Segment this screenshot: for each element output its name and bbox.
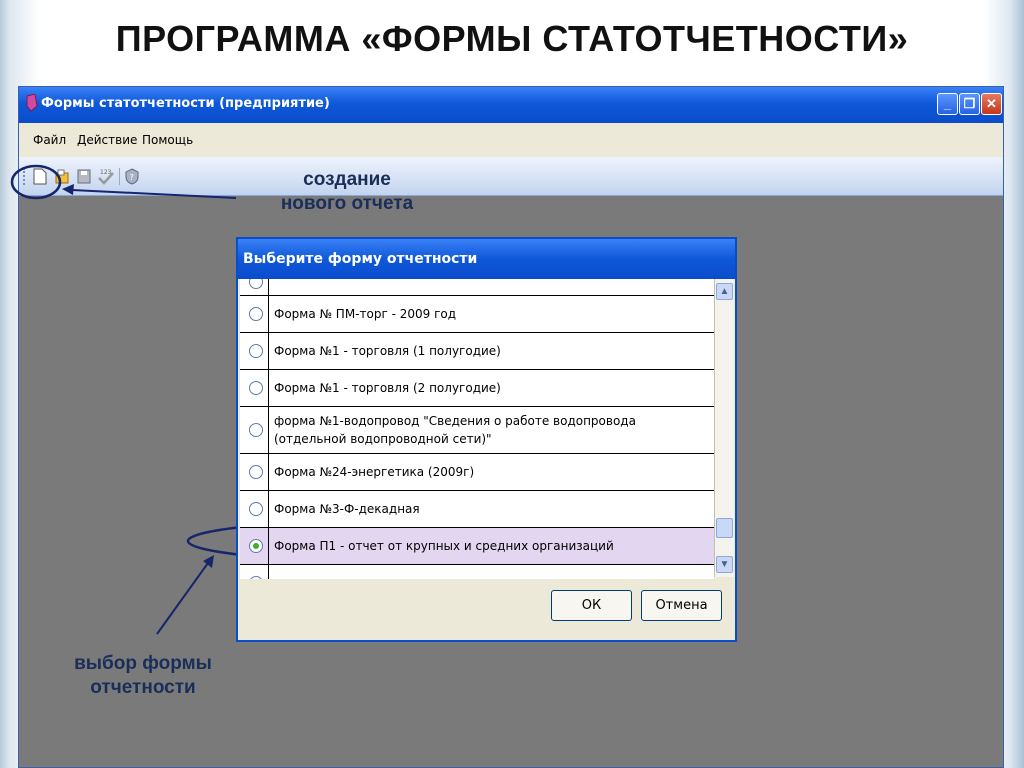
slide-title: ПРОГРАММА «ФОРМЫ СТАТОТЧЕТНОСТИ» (115, 18, 909, 59)
ok-button[interactable]: ОК (551, 590, 632, 621)
list-item-label: Форма №24-энергетика (2009г) (274, 465, 475, 479)
help-shield-icon[interactable]: ? (125, 168, 139, 185)
window-titlebar: Формы статотчетности (предприятие) _ ❐ ✕ (19, 87, 1003, 123)
app-icon (26, 94, 38, 112)
list-item-label: Форма П1 - отчет от крупных и средних ор… (274, 539, 614, 553)
list-item-label: Форма №1 - торговля (2 полугодие) (274, 381, 501, 395)
save-disk-icon[interactable] (77, 168, 91, 185)
cancel-button[interactable]: Отмена (641, 590, 722, 621)
restore-button[interactable]: ❐ (959, 93, 980, 115)
dialog-title: Выберите форму отчетности (243, 251, 478, 267)
new-document-icon[interactable] (33, 168, 47, 185)
toolbar: 123 ? (19, 157, 1003, 196)
list-item-label: форма №1-водопровод "Сведения о работе в… (274, 414, 636, 446)
open-folder-icon[interactable] (55, 168, 69, 185)
list-item[interactable]: Форма №1 - торговля (2 полугодие) (240, 370, 714, 407)
radio-button[interactable] (249, 344, 263, 358)
list-item[interactable]: Форма №3-Ф-декадная (240, 491, 714, 528)
svg-text:?: ? (130, 173, 134, 182)
select-form-annotation-line1: выбор формы (74, 653, 212, 674)
radio-button[interactable] (249, 502, 263, 516)
select-form-dialog: Выберите форму отчетности Форма № ПМ-тор… (236, 237, 737, 642)
menubar: Файл Действие Помощь (19, 123, 1003, 157)
check-123-icon[interactable]: 123 (97, 168, 115, 185)
list-scrollbar[interactable]: ▲ ▼ (714, 279, 734, 577)
radio-button[interactable] (249, 576, 263, 579)
list-item[interactable]: Форма №24-энергетика (2009г) (240, 454, 714, 491)
radio-button[interactable] (249, 381, 263, 395)
scroll-down-icon[interactable]: ▼ (716, 556, 733, 573)
new-report-annotation: создание нового отчета (252, 168, 442, 216)
list-item[interactable]: Форма №1 - торговля (1 полугодие) (240, 333, 714, 370)
menu-file[interactable]: Файл (33, 133, 66, 147)
list-item-label: Форма № ПМ-торг - 2009 год (274, 307, 457, 321)
radio-button-checked[interactable] (249, 539, 263, 553)
form-list: Форма № ПМ-торг - 2009 год Форма №1 - то… (240, 279, 714, 579)
select-form-annotation-line2: отчетности (90, 677, 196, 698)
radio-button[interactable] (249, 465, 263, 479)
list-item[interactable] (240, 565, 714, 579)
radio-button[interactable] (249, 307, 263, 321)
select-form-annotation: выбор формы отчетности (48, 652, 238, 700)
radio-button[interactable] (249, 279, 263, 289)
toolbar-separator (119, 168, 120, 185)
list-item-label: Форма №3-Ф-декадная (274, 502, 420, 516)
window-title: Формы статотчетности (предприятие) (41, 96, 330, 111)
scroll-thumb[interactable] (716, 518, 733, 538)
menu-action[interactable]: Действие (77, 133, 137, 147)
dialog-titlebar: Выберите форму отчетности (238, 239, 735, 279)
close-button[interactable]: ✕ (981, 93, 1002, 115)
list-item[interactable]: Форма № ПМ-торг - 2009 год (240, 296, 714, 333)
new-report-annotation-line2: нового отчета (280, 193, 414, 214)
scroll-up-icon[interactable]: ▲ (716, 283, 733, 300)
new-report-annotation-line1: создание (303, 169, 391, 190)
list-item[interactable]: форма №1-водопровод "Сведения о работе в… (240, 407, 714, 454)
list-item-selected[interactable]: Форма П1 - отчет от крупных и средних ор… (240, 528, 714, 565)
menu-help[interactable]: Помощь (142, 133, 193, 147)
radio-button[interactable] (249, 423, 263, 437)
list-item-label: Форма №1 - торговля (1 полугодие) (274, 344, 501, 358)
list-item[interactable] (240, 279, 714, 296)
toolbar-grip (23, 168, 28, 185)
minimize-button[interactable]: _ (937, 93, 958, 115)
